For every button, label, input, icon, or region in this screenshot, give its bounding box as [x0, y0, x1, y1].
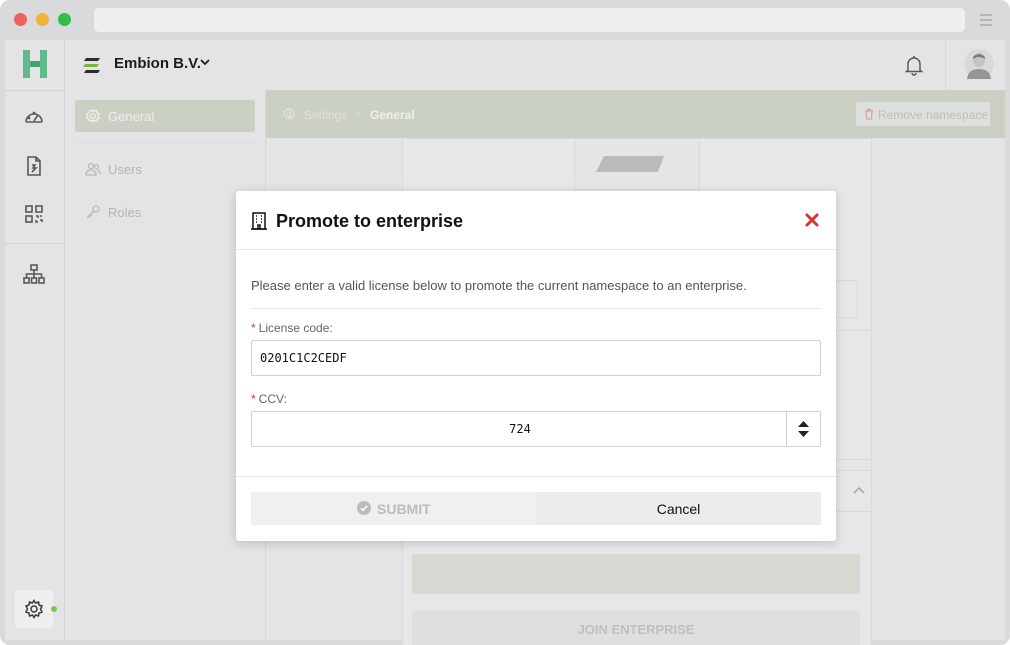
ccv-value: 724 [509, 422, 531, 436]
cancel-label: Cancel [656, 501, 701, 517]
promote-enterprise-dialog: Promote to enterprise Please enter a val… [236, 191, 836, 541]
building-icon [251, 212, 267, 230]
license-code-input[interactable]: 0201C1C2CEDF [251, 340, 821, 376]
ccv-stepper[interactable] [786, 412, 820, 446]
ccv-label-text: CCV: [258, 392, 287, 406]
check-circle-icon [357, 501, 371, 515]
license-code-value: 0201C1C2CEDF [260, 351, 347, 365]
dialog-description: Please enter a valid license below to pr… [251, 278, 747, 293]
license-code-label: * License code: [251, 321, 333, 335]
cancel-button[interactable]: Cancel [536, 492, 821, 525]
browser-window: Embion B.V. General Users Roles Settings… [0, 0, 1010, 645]
required-marker: * [251, 321, 256, 335]
ccv-input[interactable]: 724 [251, 411, 821, 447]
close-icon[interactable] [804, 212, 820, 228]
license-code-label-text: License code: [258, 321, 333, 335]
submit-label: SUBMIT [377, 501, 431, 517]
divider [251, 308, 821, 309]
dialog-header: Promote to enterprise [236, 191, 836, 250]
required-marker: * [251, 392, 256, 406]
ccv-label: * CCV: [251, 392, 287, 406]
divider [236, 476, 836, 477]
dialog-title: Promote to enterprise [276, 211, 464, 231]
submit-button[interactable]: SUBMIT [251, 492, 536, 525]
stepper-arrows-icon[interactable] [798, 421, 809, 437]
